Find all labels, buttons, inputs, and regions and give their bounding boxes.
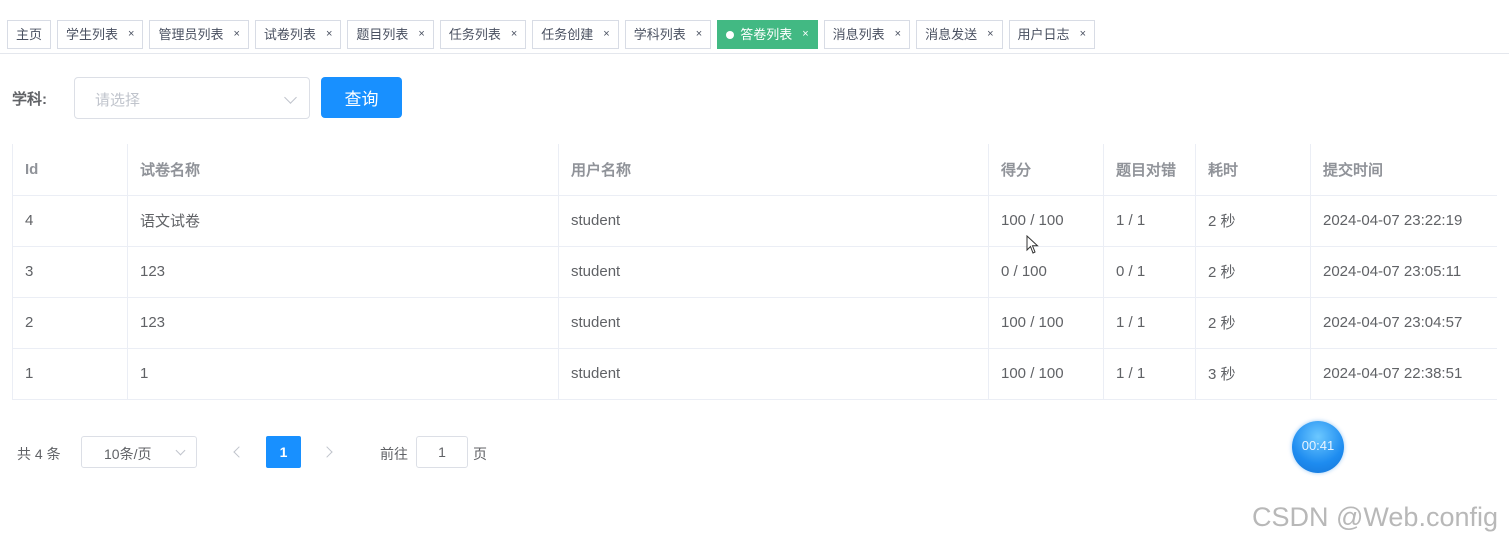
close-icon[interactable]: ×: [233, 21, 239, 48]
tag-label: 消息列表: [832, 27, 885, 42]
column-header: 试卷名称: [127, 144, 559, 196]
column-header: 题目对错: [1103, 144, 1196, 196]
close-icon[interactable]: ×: [895, 21, 901, 48]
table-cell: student: [558, 246, 989, 298]
table-cell: 0 / 1: [1103, 246, 1196, 298]
tag-label: 学科列表: [633, 27, 686, 42]
table-cell: 2 秒: [1195, 195, 1311, 247]
active-dot-icon: [726, 30, 735, 39]
table-cell: 1: [12, 348, 128, 400]
table-row[interactable]: 3 123 student 0 / 100 0 / 12 秒 2024-04-07 23:…: [12, 246, 1497, 298]
table-cell: 123: [127, 297, 559, 349]
tag-item[interactable]: 任务创建 ×: [532, 20, 619, 49]
table-cell: 0 / 100: [988, 246, 1104, 298]
tag-label: 试卷列表: [263, 27, 316, 42]
close-icon[interactable]: ×: [802, 21, 808, 48]
tag-item[interactable]: 题目列表 ×: [347, 20, 434, 49]
page-number-current[interactable]: 1: [266, 436, 301, 468]
column-header: 提交时间: [1310, 144, 1497, 196]
pagination-total: 共 4 条: [17, 446, 61, 462]
close-icon[interactable]: ×: [987, 21, 993, 48]
tag-label: 管理员列表: [158, 27, 224, 42]
close-icon[interactable]: ×: [603, 21, 609, 48]
table-row[interactable]: 2 123 student 100 / 100 1 / 12 秒 2024-04-07 2…: [12, 297, 1497, 349]
tag-label: 消息发送: [925, 27, 978, 42]
tag-label: 任务列表: [448, 27, 501, 42]
table-row[interactable]: 4 语文试卷 student 100 / 100 1 / 12 秒 2024-04-07 …: [12, 195, 1497, 247]
tag-label: 题目列表: [356, 27, 409, 42]
table-cell: 2 秒: [1195, 297, 1311, 349]
table-row[interactable]: 1 1 student 100 / 100 1 / 13 秒 2024-04-07 22:…: [12, 348, 1497, 400]
column-header: 耗时: [1195, 144, 1311, 196]
tag-item[interactable]: 用户日志 ×: [1008, 20, 1095, 49]
table-cell: 1 / 1: [1103, 297, 1196, 349]
table-cell: 语文试卷: [127, 195, 559, 247]
close-icon[interactable]: ×: [128, 21, 134, 48]
mouse-cursor-icon: [1026, 235, 1039, 254]
tag-label: 主页: [16, 27, 43, 42]
column-header: 用户名称: [558, 144, 989, 196]
next-page-button[interactable]: [314, 436, 344, 468]
close-icon[interactable]: ×: [511, 21, 517, 48]
table-cell: 100 / 100: [988, 348, 1104, 400]
goto-suffix-label: 页: [473, 446, 487, 462]
table-cell: 2024-04-07 22:38:51: [1310, 348, 1497, 400]
tag-label: 答卷列表: [740, 27, 793, 42]
answer-sheet-table: Id 试卷名称 用户名称 得分 题目对错 耗时 提交时间 4 语文试卷 student 100 /…: [12, 144, 1497, 400]
table-header-row: Id 试卷名称 用户名称 得分 题目对错 耗时 提交时间: [12, 144, 1497, 196]
table-cell: 2024-04-07 23:05:11: [1310, 246, 1497, 298]
table-cell: 2 秒: [1195, 246, 1311, 298]
table-cell: 4: [12, 195, 128, 247]
table-cell: 1 / 1: [1103, 195, 1196, 247]
tags-list: 主页 学生列表 × 管理员列表 × 试卷列表 × 题目列表 × 任务列表 × 任务创建 × 学科列表 × 答卷…: [7, 20, 1101, 49]
search-button[interactable]: 查询: [321, 77, 402, 118]
page-size-value: 10条/页: [104, 446, 152, 462]
tag-item[interactable]: 管理员列表 ×: [149, 20, 249, 49]
subject-label: 学科:: [12, 91, 47, 108]
table-cell: 2024-04-07 23:04:57: [1310, 297, 1497, 349]
tag-item[interactable]: 任务列表 ×: [439, 20, 527, 49]
tag-item[interactable]: 学生列表 ×: [57, 20, 144, 49]
tag-label: 学生列表: [66, 27, 119, 42]
close-icon[interactable]: ×: [696, 21, 702, 48]
chevron-down-icon: [284, 91, 297, 104]
tags-view-bar: 主页 学生列表 × 管理员列表 × 试卷列表 × 题目列表 × 任务列表 × 任务创建 × 学科列表 × 答卷…: [0, 0, 1509, 54]
subject-select-placeholder: 请选择: [95, 92, 141, 109]
tag-item[interactable]: 答卷列表 ×: [717, 20, 818, 49]
watermark-text: CSDN @Web.config: [1252, 502, 1498, 532]
close-icon[interactable]: ×: [418, 21, 424, 48]
prev-page-button[interactable]: [223, 436, 253, 468]
table-cell: student: [558, 195, 989, 247]
table-cell: 100 / 100: [988, 297, 1104, 349]
tag-item[interactable]: 消息发送 ×: [916, 20, 1003, 49]
tag-label: 任务创建: [541, 27, 594, 42]
table-cell: 123: [127, 246, 559, 298]
page-size-select[interactable]: 10条/页: [81, 436, 197, 468]
close-icon[interactable]: ×: [326, 21, 332, 48]
tag-item[interactable]: 消息列表 ×: [823, 20, 911, 49]
goto-page-input[interactable]: [416, 436, 468, 468]
table-cell: 100 / 100: [988, 195, 1104, 247]
tag-item[interactable]: 主页: [7, 20, 52, 49]
chevron-down-icon: [175, 445, 186, 456]
column-header: 得分: [988, 144, 1104, 196]
table-cell: student: [558, 348, 989, 400]
tag-label: 用户日志: [1017, 27, 1070, 42]
table-cell: 1 / 1: [1103, 348, 1196, 400]
table-cell: 3 秒: [1195, 348, 1311, 400]
table-cell: 1: [127, 348, 559, 400]
timer-bubble[interactable]: 00:41: [1292, 421, 1344, 473]
table-cell: 3: [12, 246, 128, 298]
close-icon[interactable]: ×: [1080, 21, 1086, 48]
goto-prefix-label: 前往: [380, 446, 408, 462]
tag-item[interactable]: 学科列表 ×: [624, 20, 712, 49]
subject-select[interactable]: 请选择: [74, 77, 310, 119]
timer-text: 00:41: [1301, 438, 1335, 453]
table-cell: 2: [12, 297, 128, 349]
table-cell: student: [558, 297, 989, 349]
column-header: Id: [12, 144, 128, 196]
tag-item[interactable]: 试卷列表 ×: [254, 20, 342, 49]
table-cell: 2024-04-07 23:22:19: [1310, 195, 1497, 247]
